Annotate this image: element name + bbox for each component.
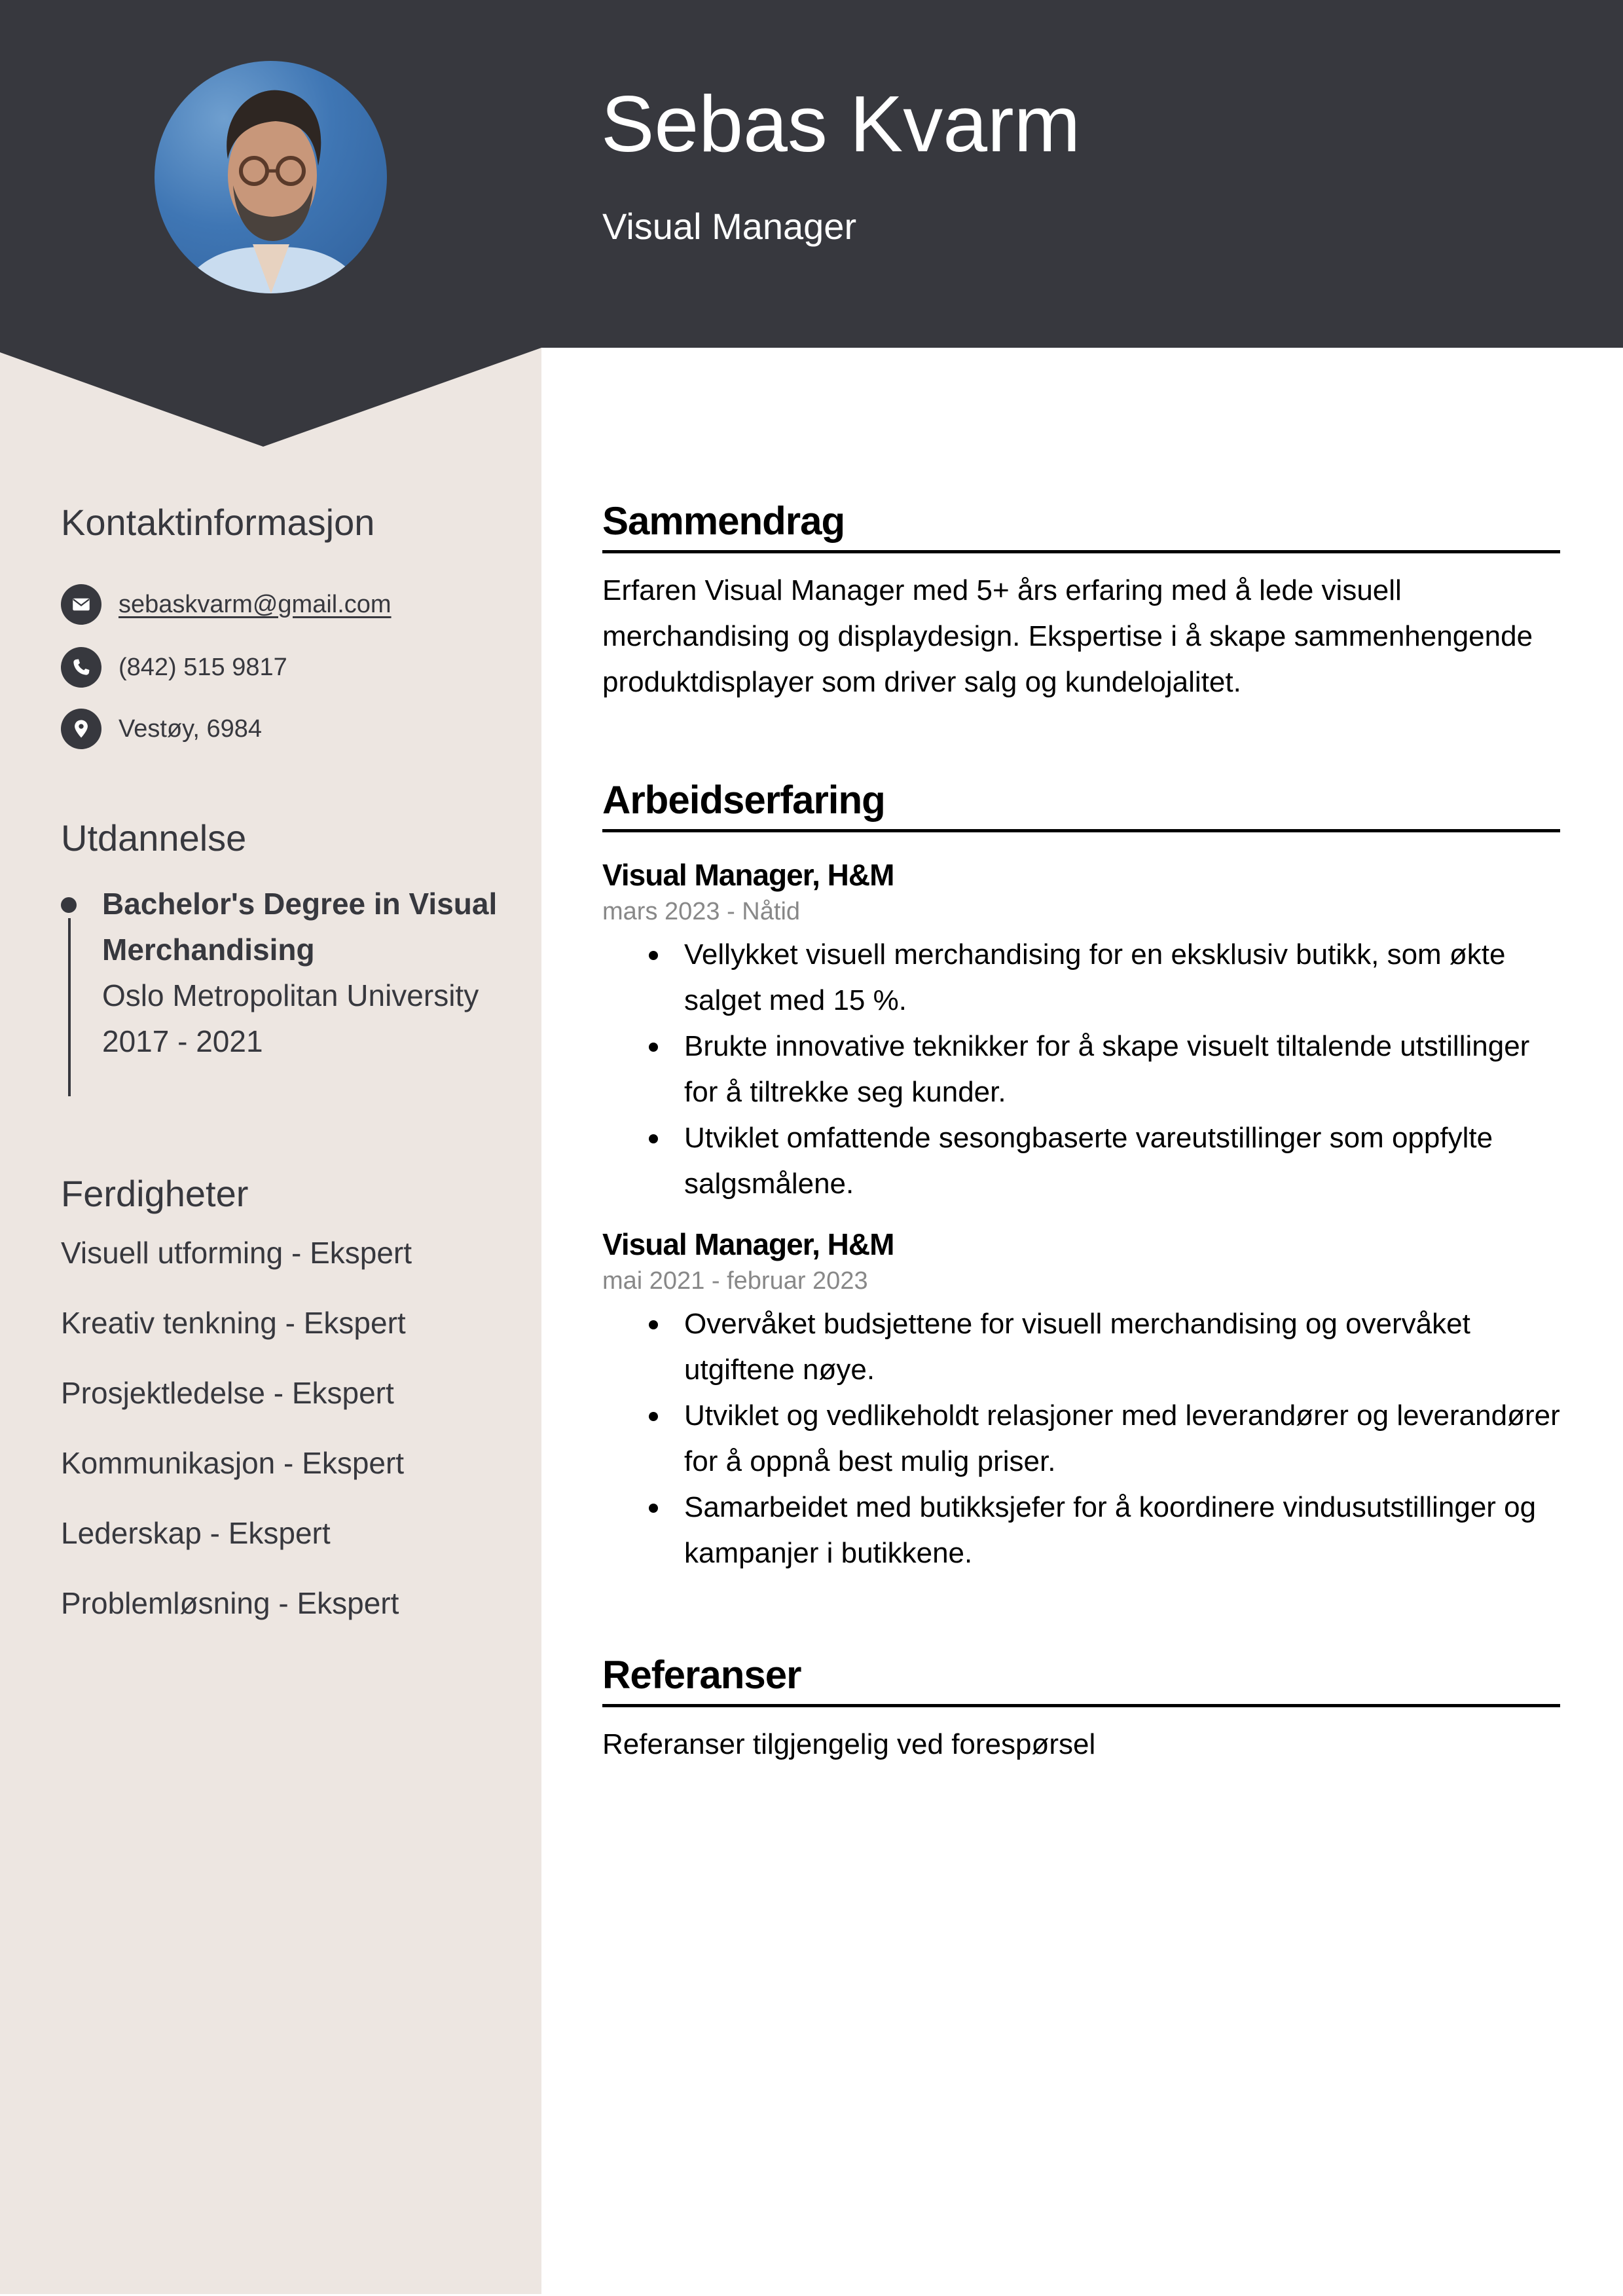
education-school: Oslo Metropolitan University bbox=[102, 978, 479, 1012]
email-link[interactable]: sebaskvarm@gmail.com bbox=[119, 591, 392, 619]
skills-heading: Ferdigheter bbox=[61, 1173, 249, 1214]
job-title: Visual Manager, H&M bbox=[602, 858, 894, 892]
education-degree: Bachelor's Degree in Visual Merchandisin… bbox=[102, 887, 498, 967]
phone-icon bbox=[61, 647, 101, 688]
skill-item: Prosjektledelse - Ekspert bbox=[61, 1376, 394, 1410]
education-heading-wrap: Utdannelse bbox=[61, 820, 519, 857]
envelope-icon bbox=[61, 584, 101, 625]
phone-number: (842) 515 9817 bbox=[119, 653, 287, 681]
candidate-name: Sebas Kvarm bbox=[601, 79, 1081, 168]
experience-section: Arbeidserfaring Visual Manager, H&M mars… bbox=[602, 781, 1560, 1576]
contact-location: Vestøy, 6984 bbox=[61, 709, 262, 749]
portrait-icon bbox=[181, 90, 364, 293]
contact-email[interactable]: sebaskvarm@gmail.com bbox=[61, 584, 392, 625]
job-bullets: Overvåket budsjettene for visuell mercha… bbox=[602, 1301, 1560, 1576]
skill-item: Kommunikasjon - Ekspert bbox=[61, 1446, 405, 1480]
contact-phone: (842) 515 9817 bbox=[61, 647, 287, 688]
profile-photo bbox=[155, 61, 387, 293]
job-bullet: Overvåket budsjettene for visuell mercha… bbox=[649, 1301, 1560, 1393]
references-heading: Referanser bbox=[602, 1656, 1560, 1707]
contact-heading: Kontaktinformasjon bbox=[61, 502, 375, 543]
references-section: Referanser Referanser tilgjengelig ved f… bbox=[602, 1656, 1560, 1768]
summary-heading: Sammendrag bbox=[602, 502, 1560, 553]
job-dates: mars 2023 - Nåtid bbox=[602, 898, 801, 925]
summary-section: Sammendrag Erfaren Visual Manager med 5+… bbox=[602, 502, 1560, 705]
job-dates: mai 2021 - februar 2023 bbox=[602, 1267, 868, 1295]
location-pin-icon bbox=[61, 709, 101, 749]
skills-heading-wrap: Ferdigheter bbox=[61, 1176, 519, 1212]
education-heading: Utdannelse bbox=[61, 817, 247, 859]
job-bullet: Brukte innovative teknikker for å skape … bbox=[649, 1024, 1560, 1115]
contact-section: Kontaktinformasjon bbox=[61, 504, 519, 541]
job-entry: Visual Manager, H&M mars 2023 - Nåtid Ve… bbox=[602, 860, 1560, 1207]
education-years: 2017 - 2021 bbox=[102, 1024, 263, 1058]
location-text: Vestøy, 6984 bbox=[119, 714, 262, 743]
job-bullet: Utviklet omfattende sesongbaserte vareut… bbox=[649, 1115, 1560, 1207]
job-bullet: Samarbeidet med butikksjefer for å koord… bbox=[649, 1485, 1560, 1576]
references-text: Referanser tilgjengelig ved forespørsel bbox=[602, 1728, 1096, 1760]
skill-item: Problemløsning - Ekspert bbox=[61, 1586, 399, 1620]
job-bullet: Vellykket visuell merchandising for en e… bbox=[649, 932, 1560, 1024]
candidate-title: Visual Manager bbox=[602, 206, 857, 247]
skill-item: Kreativ tenkning - Ekspert bbox=[61, 1306, 406, 1340]
header-chevron bbox=[0, 347, 541, 447]
job-entry: Visual Manager, H&M mai 2021 - februar 2… bbox=[602, 1229, 1560, 1576]
job-bullets: Vellykket visuell merchandising for en e… bbox=[602, 932, 1560, 1207]
job-bullet: Utviklet og vedlikeholdt relasjoner med … bbox=[649, 1393, 1560, 1485]
job-title: Visual Manager, H&M bbox=[602, 1227, 894, 1261]
timeline-line bbox=[68, 918, 71, 1096]
summary-text: Erfaren Visual Manager med 5+ års erfari… bbox=[602, 574, 1533, 698]
timeline-dot-icon bbox=[61, 897, 77, 913]
skills-list: Visuell utforming - Ekspert Kreativ tenk… bbox=[61, 1238, 519, 1658]
skill-item: Visuell utforming - Ekspert bbox=[61, 1236, 412, 1270]
experience-heading: Arbeidserfaring bbox=[602, 781, 1560, 832]
skill-item: Lederskap - Ekspert bbox=[61, 1516, 331, 1550]
